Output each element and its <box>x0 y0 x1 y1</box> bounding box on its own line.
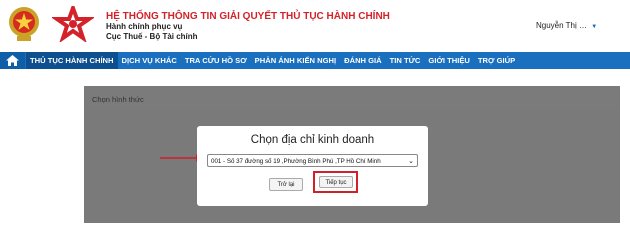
select-value: 001 - Số 37 đường số 19 ,Phường Bình Phú… <box>211 158 381 165</box>
site-header: HỆ THỐNG THÔNG TIN GIẢI QUYẾT THỦ TỤC HÀ… <box>0 0 630 52</box>
nav-phan-anh-kien-nghi[interactable]: PHẢN ÁNH KIẾN NGHỊ <box>251 52 340 69</box>
back-button[interactable]: Trở lại <box>269 178 303 191</box>
home-button[interactable] <box>0 52 25 69</box>
chevron-down-icon: ⌄ <box>408 158 414 165</box>
select-method-label: Chọn hình thức <box>92 95 144 104</box>
modal-title: Chọn địa chỉ kinh doanh <box>250 134 375 146</box>
nav-gioi-thieu[interactable]: GIỚI THIỆU <box>424 52 474 69</box>
nav-dich-vu-khac[interactable]: DỊCH VỤ KHÁC <box>118 52 181 69</box>
chevron-down-icon: ▼ <box>591 24 598 30</box>
nav-thu-tuc-hanh-chinh[interactable]: THỦ TỤC HÀNH CHÍNH <box>26 52 118 69</box>
nav-tra-cuu-ho-so[interactable]: TRA CỨU HỒ SƠ <box>181 52 251 69</box>
business-address-select[interactable]: 001 - Số 37 đường số 19 ,Phường Bình Phú… <box>207 154 418 167</box>
subtitle-agency: Cục Thuế - Bộ Tài chính <box>106 32 198 41</box>
nav-tro-giup[interactable]: TRỢ GIÚP <box>474 52 519 69</box>
national-emblem-icon <box>9 7 39 41</box>
home-icon <box>6 55 19 66</box>
address-modal: Chọn địa chỉ kinh doanh 001 - Số 37 đườn… <box>197 126 428 206</box>
main-nav: THỦ TỤC HÀNH CHÍNH DỊCH VỤ KHÁC TRA CỨU … <box>0 52 630 69</box>
user-name: Nguyễn Thị … <box>536 21 587 30</box>
nav-tin-tuc[interactable]: TIN TỨC <box>386 52 425 69</box>
panel-header: Chọn hình thức <box>84 86 620 110</box>
next-button[interactable]: Tiếp tục <box>319 176 353 188</box>
subtitle-service: Hành chính phục vụ <box>106 22 183 31</box>
system-title: HỆ THỐNG THÔNG TIN GIẢI QUYẾT THỦ TỤC HÀ… <box>106 11 390 22</box>
next-button-highlight: Tiếp tục <box>313 171 358 193</box>
tax-logo-icon <box>52 6 94 42</box>
user-menu[interactable]: Nguyễn Thị … ▼ <box>536 21 597 30</box>
nav-danh-gia[interactable]: ĐÁNH GIÁ <box>340 52 386 69</box>
